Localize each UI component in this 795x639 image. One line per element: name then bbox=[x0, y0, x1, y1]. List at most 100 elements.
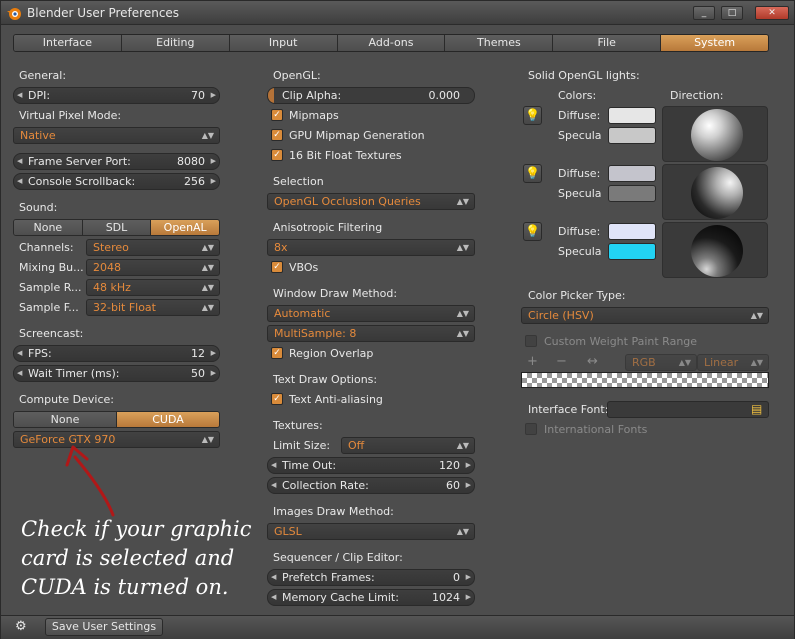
ramp-color-mode-select[interactable]: RGB ▲▼ bbox=[625, 354, 697, 371]
anisotropic-heading: Anisotropic Filtering bbox=[273, 221, 383, 234]
window-draw-select[interactable]: Automatic ▲▼ bbox=[267, 305, 475, 322]
annotation-line-2: card is selected and bbox=[21, 546, 235, 570]
vbos-label: VBOs bbox=[289, 261, 319, 274]
anisotropic-select[interactable]: 8x ▲▼ bbox=[267, 239, 475, 256]
annotation-line-1: Check if your graphic bbox=[21, 517, 252, 541]
save-user-settings-button[interactable]: Save User Settings bbox=[45, 618, 163, 636]
light3-toggle-bulb-icon[interactable]: 💡 bbox=[523, 222, 542, 241]
light2-specular-swatch[interactable] bbox=[608, 185, 656, 202]
gpu-mipmap-checkbox[interactable]: ✓ bbox=[271, 129, 283, 141]
interface-font-field[interactable] bbox=[607, 401, 769, 418]
light1-direction-widget[interactable] bbox=[662, 106, 768, 162]
clip-alpha-slider[interactable]: Clip Alpha: 0.000 bbox=[267, 87, 475, 104]
preferences-window: Blender User Preferences _ □ ✕ Interface… bbox=[0, 0, 795, 639]
general-heading: General: bbox=[19, 69, 67, 82]
mipmaps-label: Mipmaps bbox=[289, 109, 339, 122]
prefetch-frames-field[interactable]: ◀ Prefetch Frames: 0 ▶ bbox=[267, 569, 475, 586]
blender-logo-icon bbox=[7, 8, 21, 20]
ramp-add-button[interactable]: + bbox=[527, 354, 538, 369]
tab-addons[interactable]: Add-ons bbox=[337, 35, 446, 51]
mixing-buffer-select[interactable]: 2048 ▲▼ bbox=[86, 259, 220, 276]
time-out-field[interactable]: ◀ Time Out: 120 ▶ bbox=[267, 457, 475, 474]
tab-themes[interactable]: Themes bbox=[445, 35, 554, 51]
direction-label: Direction: bbox=[670, 89, 724, 102]
light1-diffuse-swatch[interactable] bbox=[608, 107, 656, 124]
sound-openal-option[interactable]: OpenAL bbox=[151, 220, 219, 235]
light1-specular-label: Specula bbox=[558, 129, 602, 142]
ramp-flip-button[interactable]: ↔ bbox=[587, 354, 598, 369]
sample-rate-select[interactable]: 48 kHz ▲▼ bbox=[86, 279, 220, 296]
fps-field[interactable]: ◀ FPS: 12 ▶ bbox=[13, 345, 220, 362]
light2-diffuse-label: Diffuse: bbox=[558, 167, 601, 180]
frame-server-port-field[interactable]: ◀ Frame Server Port: 8080 ▶ bbox=[13, 153, 220, 170]
textures-heading: Textures: bbox=[273, 419, 323, 432]
limit-size-select[interactable]: Off ▲▼ bbox=[341, 437, 475, 454]
ramp-interpolation-select[interactable]: Linear ▲▼ bbox=[697, 354, 769, 371]
sample-format-select[interactable]: 32-bit Float ▲▼ bbox=[86, 299, 220, 316]
tab-interface[interactable]: Interface bbox=[14, 35, 122, 51]
close-button[interactable]: ✕ bbox=[755, 6, 789, 20]
international-fonts-checkbox[interactable]: ✓ bbox=[525, 423, 537, 435]
light3-specular-swatch[interactable] bbox=[608, 243, 656, 260]
light1-diffuse-label: Diffuse: bbox=[558, 109, 601, 122]
minimize-button[interactable]: _ bbox=[693, 6, 715, 20]
dpi-field[interactable]: ◀ DPI: 70 ▶ bbox=[13, 87, 220, 104]
annotation-line-3: CUDA is turned on. bbox=[21, 575, 229, 599]
screencast-heading: Screencast: bbox=[19, 327, 84, 340]
compute-none-option[interactable]: None bbox=[14, 412, 117, 427]
channels-select[interactable]: Stereo ▲▼ bbox=[86, 239, 220, 256]
limit-size-label: Limit Size: bbox=[273, 439, 331, 452]
wait-timer-field[interactable]: ◀ Wait Timer (ms): 50 ▶ bbox=[13, 365, 220, 382]
light2-diffuse-swatch[interactable] bbox=[608, 165, 656, 182]
interface-font-label: Interface Font: bbox=[528, 403, 609, 416]
vbos-checkbox[interactable]: ✓ bbox=[271, 261, 283, 273]
color-picker-heading: Color Picker Type: bbox=[528, 289, 626, 302]
mipmaps-checkbox[interactable]: ✓ bbox=[271, 109, 283, 121]
memory-cache-field[interactable]: ◀ Memory Cache Limit: 1024 ▶ bbox=[267, 589, 475, 606]
weight-range-checkbox[interactable]: ✓ bbox=[525, 335, 537, 347]
collection-rate-field[interactable]: ◀ Collection Rate: 60 ▶ bbox=[267, 477, 475, 494]
text-antialias-label: Text Anti-aliasing bbox=[289, 393, 383, 406]
mixing-buffer-label: Mixing Bu... bbox=[19, 261, 84, 274]
maximize-button[interactable]: □ bbox=[721, 6, 743, 20]
folder-open-icon[interactable]: ▤ bbox=[751, 402, 762, 416]
sample-rate-label: Sample R... bbox=[19, 281, 82, 294]
compute-cuda-option[interactable]: CUDA bbox=[117, 412, 219, 427]
light2-toggle-bulb-icon[interactable]: 💡 bbox=[523, 164, 542, 183]
light1-toggle-bulb-icon[interactable]: 💡 bbox=[523, 106, 542, 125]
color-picker-select[interactable]: Circle (HSV) ▲▼ bbox=[521, 307, 769, 324]
tab-input[interactable]: Input bbox=[229, 35, 338, 51]
international-fonts-label: International Fonts bbox=[544, 423, 648, 436]
editor-type-icon[interactable]: ⚙ bbox=[15, 619, 27, 634]
images-draw-select[interactable]: GLSL ▲▼ bbox=[267, 523, 475, 540]
virtual-pixel-select[interactable]: Native ▲▼ bbox=[13, 127, 220, 144]
region-overlap-checkbox[interactable]: ✓ bbox=[271, 347, 283, 359]
tab-system[interactable]: System bbox=[661, 35, 768, 51]
annotation-arrow-icon bbox=[65, 445, 115, 517]
selection-select[interactable]: OpenGL Occlusion Queries ▲▼ bbox=[267, 193, 475, 210]
console-scrollback-field[interactable]: ◀ Console Scrollback: 256 ▶ bbox=[13, 173, 220, 190]
tab-file[interactable]: File bbox=[553, 35, 662, 51]
light3-direction-widget[interactable] bbox=[662, 222, 768, 278]
sound-sdl-option[interactable]: SDL bbox=[82, 220, 152, 235]
light3-specular-label: Specula bbox=[558, 245, 602, 258]
float-textures-label: 16 Bit Float Textures bbox=[289, 149, 402, 162]
float-textures-checkbox[interactable]: ✓ bbox=[271, 149, 283, 161]
light3-diffuse-swatch[interactable] bbox=[608, 223, 656, 240]
ramp-remove-button[interactable]: − bbox=[556, 354, 567, 369]
title-bar: Blender User Preferences _ □ ✕ bbox=[1, 1, 794, 25]
sound-none-option[interactable]: None bbox=[14, 220, 83, 235]
sound-heading: Sound: bbox=[19, 201, 58, 214]
gpu-mipmap-label: GPU Mipmap Generation bbox=[289, 129, 425, 142]
preferences-tabs: Interface Editing Input Add-ons Themes F… bbox=[13, 34, 769, 52]
text-antialias-checkbox[interactable]: ✓ bbox=[271, 393, 283, 405]
window-title: Blender User Preferences bbox=[27, 6, 180, 20]
tab-editing[interactable]: Editing bbox=[121, 35, 230, 51]
light2-direction-widget[interactable] bbox=[662, 164, 768, 220]
selection-heading: Selection bbox=[273, 175, 324, 188]
annotation-note: Check if your graphic card is selected a… bbox=[21, 515, 291, 602]
multisample-select[interactable]: MultiSample: 8 ▲▼ bbox=[267, 325, 475, 342]
compute-device-heading: Compute Device: bbox=[19, 393, 114, 406]
light1-specular-swatch[interactable] bbox=[608, 127, 656, 144]
solid-lights-heading: Solid OpenGL lights: bbox=[528, 69, 640, 82]
